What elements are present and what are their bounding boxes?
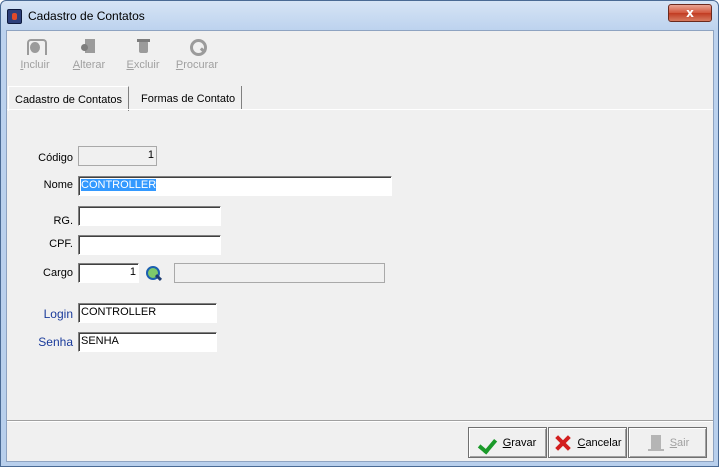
edit-doc-icon xyxy=(80,37,98,55)
exit-door-icon xyxy=(646,433,666,453)
rg-field[interactable] xyxy=(78,206,221,226)
gravar-button[interactable]: Gravar xyxy=(468,427,547,458)
cargo-field[interactable]: 1 xyxy=(78,263,139,283)
rg-label: RG. xyxy=(53,215,73,227)
incluir-button[interactable]: Incluir xyxy=(19,37,51,77)
codigo-label: Código xyxy=(38,152,73,164)
search-icon xyxy=(188,37,207,56)
login-label: Login xyxy=(43,307,73,321)
app-window: Cadastro de Contatos x Incluir Alterar E… xyxy=(0,0,719,467)
tab-strip: Cadastro de Contatos Formas de Contato xyxy=(7,86,713,111)
cpf-label: CPF. xyxy=(49,238,73,250)
alterar-button[interactable]: Alterar xyxy=(71,37,107,77)
excluir-button[interactable]: Excluir xyxy=(125,37,161,77)
cancelar-button[interactable]: Cancelar xyxy=(548,427,627,458)
title-bar[interactable]: Cadastro de Contatos x xyxy=(1,1,718,31)
sair-button[interactable]: Sair xyxy=(628,427,707,458)
cancelar-label: Cancelar xyxy=(577,436,622,449)
excluir-label: Excluir xyxy=(126,59,160,71)
sair-label: Sair xyxy=(669,436,690,449)
senha-label: Senha xyxy=(38,335,73,349)
cargo-lookup-icon[interactable] xyxy=(145,265,162,282)
cargo-label: Cargo xyxy=(43,267,73,279)
cargo-description-field xyxy=(174,263,385,283)
toolbar: Incluir Alterar Excluir Procurar xyxy=(7,31,713,81)
procurar-button[interactable]: Procurar xyxy=(174,37,220,77)
cpf-field[interactable] xyxy=(78,235,221,255)
codigo-field[interactable]: 1 xyxy=(78,146,157,166)
check-icon xyxy=(479,433,499,453)
window-title: Cadastro de Contatos xyxy=(28,9,145,23)
nome-label: Nome xyxy=(43,179,73,191)
close-button[interactable]: x xyxy=(668,4,712,22)
gravar-label: Gravar xyxy=(502,436,537,449)
incluir-label: Incluir xyxy=(20,59,50,71)
procurar-label: Procurar xyxy=(175,59,219,71)
tab-divider xyxy=(7,109,713,110)
nome-value: CONTROLLER xyxy=(81,179,157,191)
app-icon xyxy=(7,9,22,24)
footer-separator xyxy=(7,420,713,422)
senha-field[interactable]: SENHA xyxy=(78,332,217,352)
trash-icon xyxy=(134,37,152,55)
login-field[interactable]: CONTROLLER xyxy=(78,303,217,323)
tab-cadastro-de-contatos[interactable]: Cadastro de Contatos xyxy=(8,86,130,111)
client-area: Incluir Alterar Excluir Procurar Cadastr… xyxy=(6,30,714,462)
cancel-x-icon xyxy=(553,433,573,453)
alterar-label: Alterar xyxy=(72,59,106,71)
bug-icon xyxy=(26,37,47,55)
tab-formas-de-contato[interactable]: Formas de Contato xyxy=(135,86,243,110)
nome-field[interactable]: CONTROLLER xyxy=(78,176,392,196)
